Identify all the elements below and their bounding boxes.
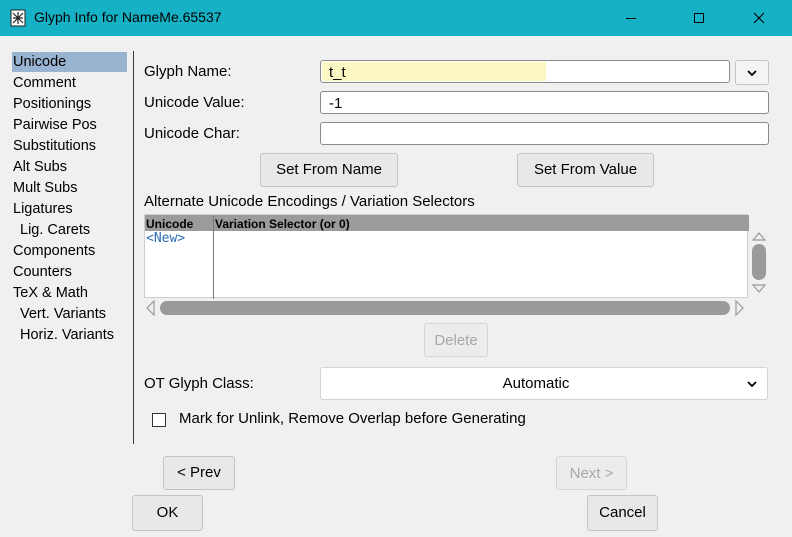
sidebar-item-counters[interactable]: Counters [12,262,72,282]
ok-button[interactable]: OK [132,495,203,531]
scroll-up-arrow-icon[interactable] [751,232,767,241]
scroll-right-arrow-icon[interactable] [735,299,744,317]
table-horizontal-scrollbar[interactable] [144,299,748,317]
mark-unlink-label: Mark for Unlink, Remove Overlap before G… [179,410,526,427]
sidebar-item-tex-math[interactable]: TeX & Math [12,283,88,303]
sidebar-item-vert-variants[interactable]: Vert. Variants [19,304,106,324]
next-button[interactable]: Next > [556,456,627,490]
horizontal-scroll-thumb[interactable] [160,301,730,315]
vertical-scroll-thumb[interactable] [752,244,766,280]
sidebar-item-unicode[interactable]: Unicode [12,52,127,72]
ot-glyph-class-label: OT Glyph Class: [144,375,254,392]
table-vertical-scrollbar[interactable] [750,231,768,295]
column-header-unicode[interactable]: Unicode [146,216,193,232]
sidebar-item-positionings[interactable]: Positionings [12,94,91,114]
minimize-icon [626,18,636,19]
fontforge-app-icon [10,9,26,27]
sidebar-item-comment[interactable]: Comment [12,73,76,93]
new-entry-cell[interactable]: <New> [146,231,185,246]
unicode-char-field[interactable] [320,122,769,145]
sidebar-item-alt-subs[interactable]: Alt Subs [12,157,67,177]
scroll-left-arrow-icon[interactable] [146,299,155,317]
sidebar-item-substitutions[interactable]: Substitutions [12,136,96,156]
sidebar-item-horiz-variants[interactable]: Horiz. Variants [19,325,114,345]
unicode-char-label: Unicode Char: [144,125,240,142]
ot-glyph-class-select[interactable]: Automatic [320,367,768,400]
column-divider [213,215,214,299]
unicode-value-text: -1 [329,95,343,112]
delete-button[interactable]: Delete [424,323,488,357]
alt-encodings-table[interactable]: Unicode Variation Selector (or 0) <New> [144,214,749,299]
table-header: Unicode Variation Selector (or 0) [145,215,749,231]
sidebar-divider [133,51,134,444]
sidebar-item-lig-carets[interactable]: Lig. Carets [19,220,90,240]
glyph-name-highlight [322,62,546,81]
maximize-icon [694,13,704,23]
set-from-name-button[interactable]: Set From Name [260,153,398,187]
chevron-down-icon [747,70,757,77]
glyph-name-value: t_t [329,64,346,81]
glyph-name-label: Glyph Name: [144,63,232,80]
column-header-variation-selector[interactable]: Variation Selector (or 0) [215,216,350,232]
minimize-button[interactable] [608,0,654,36]
sidebar-item-components[interactable]: Components [12,241,95,261]
glyph-name-dropdown-button[interactable] [735,60,769,85]
unicode-value-label: Unicode Value: [144,94,245,111]
prev-button[interactable]: < Prev [163,456,235,490]
close-icon [753,12,765,24]
maximize-button[interactable] [676,0,722,36]
glyph-name-field[interactable]: t_t [320,60,730,83]
set-from-value-button[interactable]: Set From Value [517,153,654,187]
mark-unlink-checkbox[interactable] [152,413,166,427]
close-button[interactable] [736,0,782,36]
cancel-button[interactable]: Cancel [587,495,658,531]
chevron-down-icon [747,381,757,388]
sidebar-item-pairwise-pos[interactable]: Pairwise Pos [12,115,97,135]
alt-encodings-label: Alternate Unicode Encodings / Variation … [144,193,475,210]
sidebar-item-mult-subs[interactable]: Mult Subs [12,178,77,198]
scroll-down-arrow-icon[interactable] [751,284,767,293]
title-bar[interactable]: Glyph Info for NameMe.65537 [0,0,792,36]
sidebar-item-ligatures[interactable]: Ligatures [12,199,73,219]
window-title: Glyph Info for NameMe.65537 [34,9,222,25]
unicode-value-field[interactable]: -1 [320,91,769,114]
ot-glyph-class-value: Automatic [502,375,570,392]
